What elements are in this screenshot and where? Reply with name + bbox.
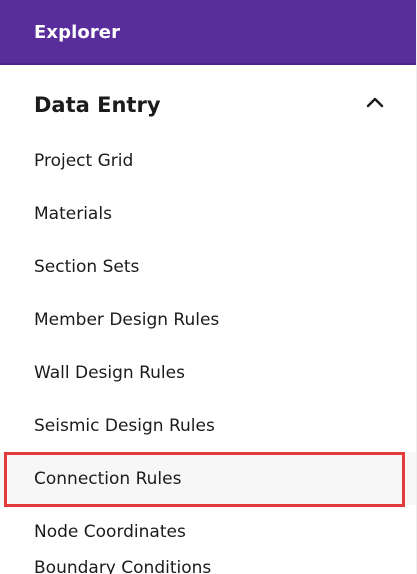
explorer-title: Explorer <box>34 22 121 43</box>
nav-item-project-grid[interactable]: Project Grid <box>0 134 417 187</box>
explorer-panel: Explorer Data Entry Project Grid Materia… <box>0 0 417 574</box>
nav-item-wall-design-rules[interactable]: Wall Design Rules <box>0 346 417 399</box>
nav-item-label[interactable]: Connection Rules <box>34 469 181 489</box>
nav-item-label[interactable]: Project Grid <box>34 151 133 171</box>
partial-list-item[interactable]: Boundary Conditions <box>34 558 211 574</box>
nav-item-label[interactable]: Seismic Design Rules <box>34 416 215 436</box>
data-entry-section[interactable]: Data Entry <box>0 65 417 141</box>
nav-item-label[interactable]: Wall Design Rules <box>34 363 185 383</box>
chevron-up-icon[interactable] <box>363 91 387 115</box>
nav-item-member-design-rules[interactable]: Member Design Rules <box>0 293 417 346</box>
data-entry-title[interactable]: Data Entry <box>34 92 161 118</box>
nav-item-label[interactable]: Section Sets <box>34 257 139 277</box>
nav-item-section-sets[interactable]: Section Sets <box>0 240 417 293</box>
data-entry-list: Project Grid Materials Section Sets Memb… <box>0 134 417 558</box>
nav-item-label[interactable]: Member Design Rules <box>34 310 219 330</box>
nav-item-node-coordinates[interactable]: Node Coordinates <box>0 505 417 558</box>
nav-item-materials[interactable]: Materials <box>0 187 417 240</box>
nav-item-label[interactable]: Node Coordinates <box>34 522 186 542</box>
explorer-header: Explorer <box>0 0 417 65</box>
nav-item-label[interactable]: Materials <box>34 204 112 224</box>
nav-item-connection-rules[interactable]: Connection Rules <box>0 452 417 507</box>
nav-item-seismic-design-rules[interactable]: Seismic Design Rules <box>0 399 417 452</box>
